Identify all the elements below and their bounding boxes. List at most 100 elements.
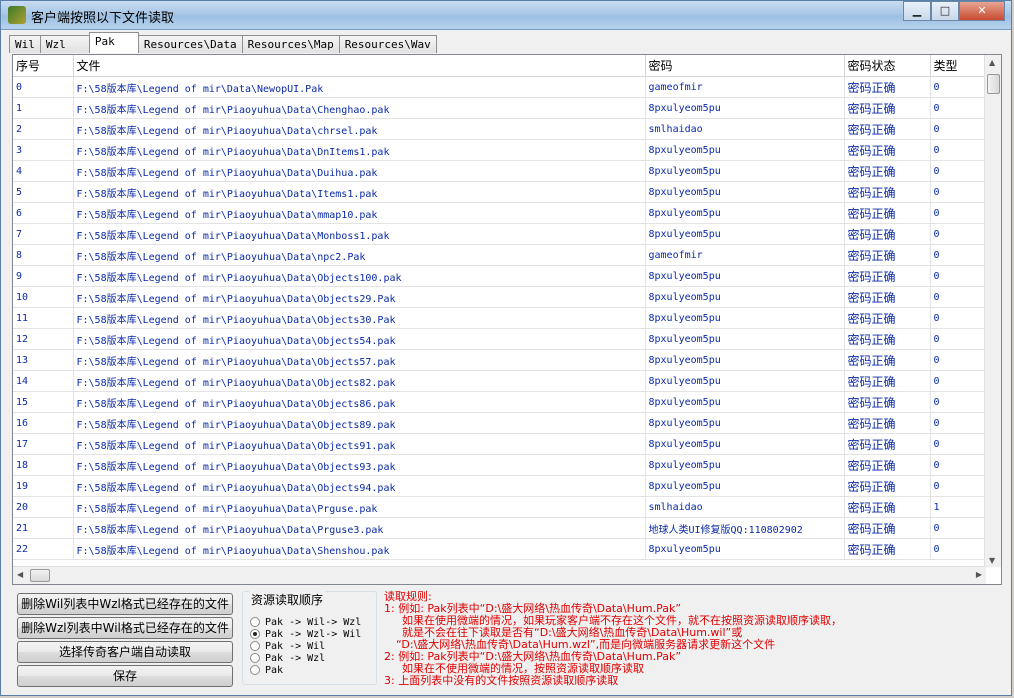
cell-password-status: 密码正确 <box>844 517 931 539</box>
cell-password-status: 密码正确 <box>844 475 931 497</box>
cell-type: 0 <box>930 286 989 308</box>
table-row[interactable]: 18 F:\58版本库\Legend of mir\Piaoyuhua\Data\… <box>13 454 989 476</box>
tab-wil[interactable]: Wil <box>9 35 41 53</box>
radio-icon[interactable] <box>250 665 260 675</box>
table-row[interactable]: 22 F:\58版本库\Legend of mir\Piaoyuhua\Data\… <box>13 538 989 560</box>
table-row[interactable]: 12 F:\58版本库\Legend of mir\Piaoyuhua\Data\… <box>13 328 989 350</box>
table-row[interactable]: 0 F:\58版本库\Legend of mir\Data\NewopUI.Pak… <box>13 76 989 98</box>
scroll-down-icon[interactable]: ▼ <box>989 556 995 565</box>
tab-wzl[interactable]: Wzl <box>39 35 90 53</box>
tab-resources-map[interactable]: Resources\Map <box>241 35 340 53</box>
cell-type: 0 <box>930 244 989 266</box>
cell-password: 8pxulyeom5pu <box>645 370 845 392</box>
table-row[interactable]: 15 F:\58版本库\Legend of mir\Piaoyuhua\Data\… <box>13 391 989 413</box>
title-bar[interactable]: 客户端按照以下文件读取 ▁ □ ✕ <box>1 1 1011 30</box>
cell-password-status: 密码正确 <box>844 454 931 476</box>
table-row[interactable]: 10 F:\58版本库\Legend of mir\Piaoyuhua\Data\… <box>13 286 989 308</box>
table-row[interactable]: 13 F:\58版本库\Legend of mir\Piaoyuhua\Data\… <box>13 349 989 371</box>
cell-password-status: 密码正确 <box>844 286 931 308</box>
table-row[interactable]: 6 F:\58版本库\Legend of mir\Piaoyuhua\Data\m… <box>13 202 989 224</box>
scroll-right-icon[interactable]: ▶ <box>976 570 982 579</box>
table-row[interactable]: 11 F:\58版本库\Legend of mir\Piaoyuhua\Data\… <box>13 307 989 329</box>
cell-password: 8pxulyeom5pu <box>645 265 845 287</box>
maximize-button[interactable]: □ <box>931 1 959 21</box>
table-row[interactable]: 7 F:\58版本库\Legend of mir\Piaoyuhua\Data\M… <box>13 223 989 245</box>
table-row[interactable]: 4 F:\58版本库\Legend of mir\Piaoyuhua\Data\D… <box>13 160 989 182</box>
cell-file: F:\58版本库\Legend of mir\Piaoyuhua\Data\Pr… <box>73 496 646 518</box>
cell-password: 8pxulyeom5pu <box>645 454 845 476</box>
cell-password-status: 密码正确 <box>844 223 931 245</box>
scroll-left-icon[interactable]: ◀ <box>17 570 23 579</box>
cell-type: 0 <box>930 433 989 455</box>
delete-wil-duplicates-button[interactable]: 删除Wil列表中Wzl格式已经存在的文件 <box>17 593 233 615</box>
radio-selected-icon[interactable] <box>250 629 260 639</box>
horizontal-scroll-thumb[interactable] <box>30 569 50 582</box>
table-row[interactable]: 9 F:\58版本库\Legend of mir\Piaoyuhua\Data\O… <box>13 265 989 287</box>
col-header-password-status[interactable]: 密码状态 <box>844 55 931 77</box>
table-row[interactable]: 21 F:\58版本库\Legend of mir\Piaoyuhua\Data\… <box>13 517 989 539</box>
cell-index: 3 <box>13 139 74 161</box>
radio-icon[interactable] <box>250 641 260 651</box>
cell-file: F:\58版本库\Legend of mir\Piaoyuhua\Data\Ob… <box>73 349 646 371</box>
save-button[interactable]: 保存 <box>17 665 233 687</box>
cell-file: F:\58版本库\Legend of mir\Piaoyuhua\Data\Ob… <box>73 454 646 476</box>
read-order-option[interactable]: Pak -> Wil-> Wzl <box>250 616 361 628</box>
col-header-index[interactable]: 序号 <box>13 55 74 77</box>
cell-file: F:\58版本库\Legend of mir\Piaoyuhua\Data\Mo… <box>73 223 646 245</box>
cell-file: F:\58版本库\Legend of mir\Piaoyuhua\Data\Ob… <box>73 412 646 434</box>
cell-password-status: 密码正确 <box>844 370 931 392</box>
table-row[interactable]: 3 F:\58版本库\Legend of mir\Piaoyuhua\Data\D… <box>13 139 989 161</box>
col-header-type[interactable]: 类型 <box>930 55 989 77</box>
tab-resources-wav[interactable]: Resources\Wav <box>338 35 437 53</box>
minimize-button[interactable]: ▁ <box>903 1 931 21</box>
tab-pak[interactable]: Pak <box>88 32 139 53</box>
cell-password: 8pxulyeom5pu <box>645 181 845 203</box>
cell-password: 8pxulyeom5pu <box>645 349 845 371</box>
radio-icon[interactable] <box>250 653 260 663</box>
cell-password: smlhaidao <box>645 496 845 518</box>
scroll-up-icon[interactable]: ▲ <box>989 58 995 67</box>
table-row[interactable]: 19 F:\58版本库\Legend of mir\Piaoyuhua\Data\… <box>13 475 989 497</box>
read-order-title: 资源读取顺序 <box>249 591 326 608</box>
table-row[interactable]: 20 F:\58版本库\Legend of mir\Piaoyuhua\Data\… <box>13 496 989 518</box>
read-order-option[interactable]: Pak -> Wzl-> Wil <box>250 628 361 640</box>
table-row[interactable]: 8 F:\58版本库\Legend of mir\Piaoyuhua\Data\n… <box>13 244 989 266</box>
cell-type: 0 <box>930 454 989 476</box>
cell-index: 17 <box>13 433 74 455</box>
cell-file: F:\58版本库\Legend of mir\Piaoyuhua\Data\Ob… <box>73 475 646 497</box>
cell-file: F:\58版本库\Legend of mir\Piaoyuhua\Data\Dn… <box>73 139 646 161</box>
table-row[interactable]: 17 F:\58版本库\Legend of mir\Piaoyuhua\Data\… <box>13 433 989 455</box>
cell-index: 6 <box>13 202 74 224</box>
delete-wzl-duplicates-button[interactable]: 删除Wzl列表中Wil格式已经存在的文件 <box>17 617 233 639</box>
vertical-scrollbar[interactable]: ▲ ▼ <box>984 55 1001 567</box>
col-header-file[interactable]: 文件 <box>73 55 646 77</box>
table-row[interactable]: 16 F:\58版本库\Legend of mir\Piaoyuhua\Data\… <box>13 412 989 434</box>
radio-icon[interactable] <box>250 617 260 627</box>
cell-password: gameofmir <box>645 244 845 266</box>
read-order-option[interactable]: Pak <box>250 664 283 676</box>
read-order-option[interactable]: Pak -> Wzl <box>250 652 325 664</box>
cell-file: F:\58版本库\Legend of mir\Piaoyuhua\Data\ch… <box>73 118 646 140</box>
cell-password: 8pxulyeom5pu <box>645 391 845 413</box>
cell-index: 7 <box>13 223 74 245</box>
close-button[interactable]: ✕ <box>959 1 1005 21</box>
cell-index: 18 <box>13 454 74 476</box>
auto-read-client-button[interactable]: 选择传奇客户端自动读取 <box>17 641 233 663</box>
table-row[interactable]: 5 F:\58版本库\Legend of mir\Piaoyuhua\Data\I… <box>13 181 989 203</box>
table-row[interactable]: 14 F:\58版本库\Legend of mir\Piaoyuhua\Data\… <box>13 370 989 392</box>
table-row[interactable]: 1 F:\58版本库\Legend of mir\Piaoyuhua\Data\C… <box>13 97 989 119</box>
horizontal-scrollbar[interactable]: ◀ ▶ <box>13 566 986 584</box>
app-icon <box>8 6 26 24</box>
cell-password-status: 密码正确 <box>844 433 931 455</box>
cell-index: 10 <box>13 286 74 308</box>
file-list-grid[interactable]: 序号 文件 密码 密码状态 类型 0 F:\58版本库\Legend of mir… <box>12 54 1002 585</box>
vertical-scroll-thumb[interactable] <box>987 74 1000 94</box>
tab-resources-data[interactable]: Resources\Data <box>137 35 243 53</box>
col-header-password[interactable]: 密码 <box>645 55 845 77</box>
cell-type: 0 <box>930 349 989 371</box>
read-order-option[interactable]: Pak -> Wil <box>250 640 325 652</box>
cell-password: 8pxulyeom5pu <box>645 475 845 497</box>
cell-index: 21 <box>13 517 74 539</box>
table-row[interactable]: 2 F:\58版本库\Legend of mir\Piaoyuhua\Data\c… <box>13 118 989 140</box>
cell-type: 0 <box>930 475 989 497</box>
